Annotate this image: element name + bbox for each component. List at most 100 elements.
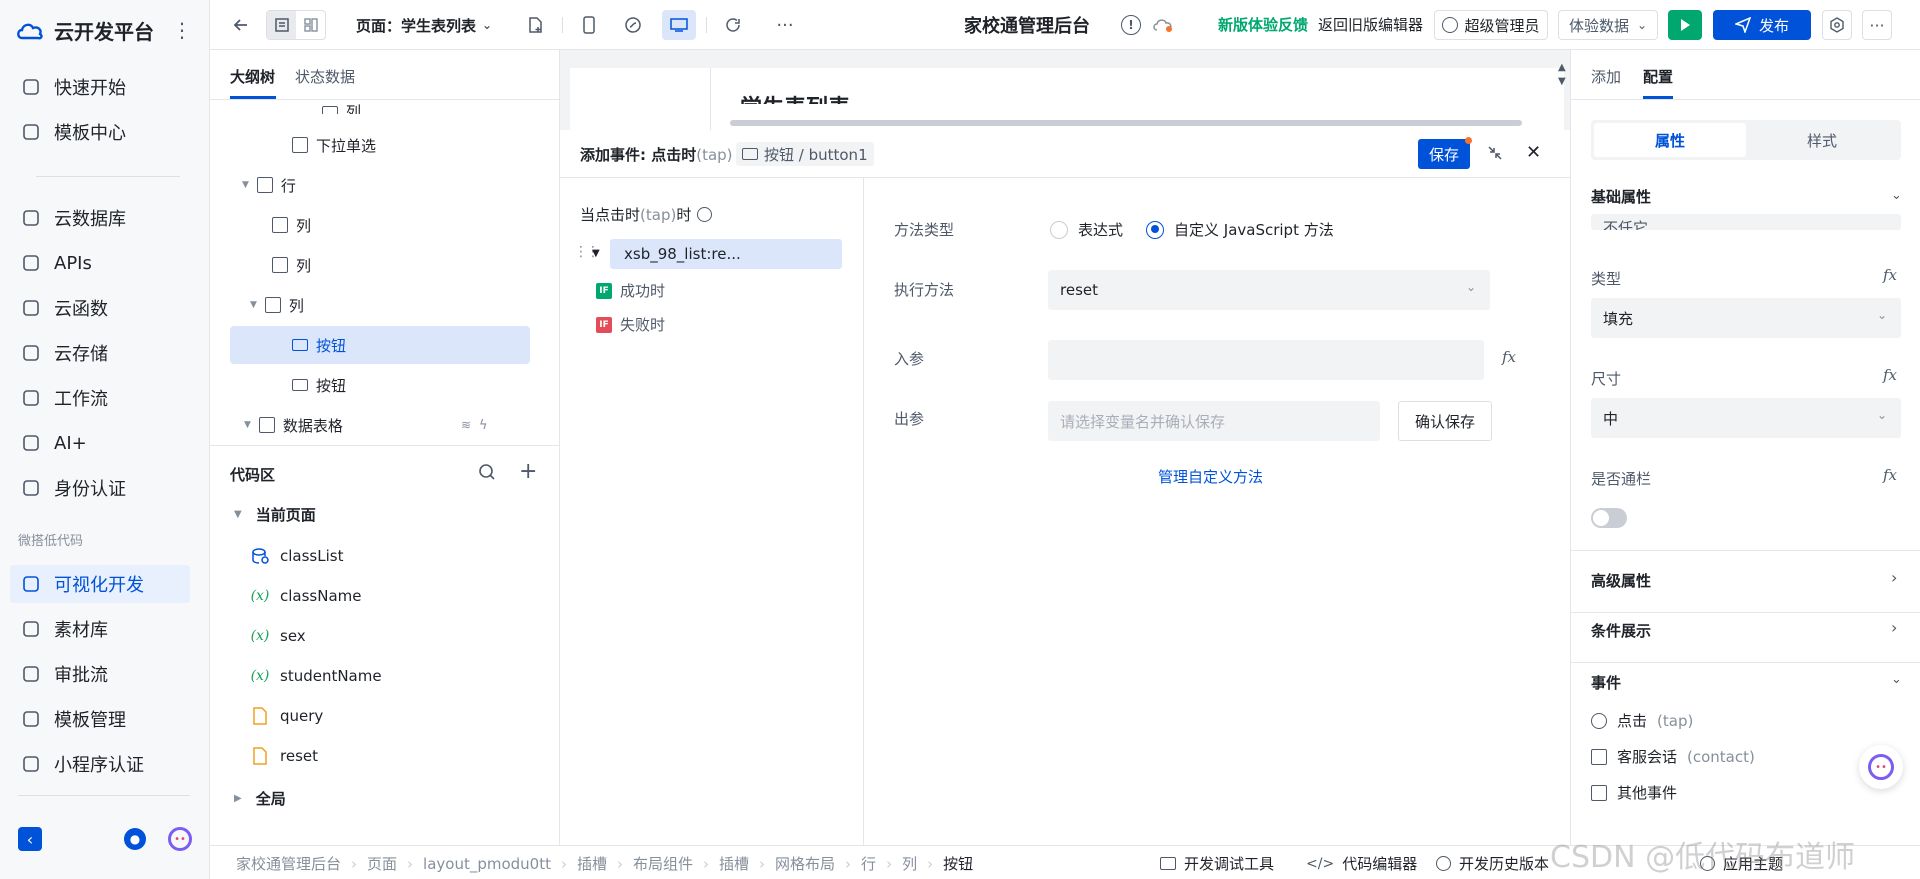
tree-node[interactable]: 按钮 bbox=[210, 366, 559, 404]
breadcrumb-item[interactable]: 按钮 bbox=[943, 853, 973, 874]
desktop-preview-icon[interactable] bbox=[662, 10, 696, 40]
settings-icon[interactable] bbox=[1822, 10, 1852, 40]
fx-icon[interactable]: fx bbox=[1883, 266, 1897, 284]
chevron-right-icon[interactable]: › bbox=[1891, 618, 1897, 637]
sidebar-item[interactable]: 云存储 bbox=[18, 334, 190, 372]
success-branch[interactable]: IF 成功时 bbox=[596, 280, 665, 301]
type-select[interactable]: 填充 ⌄ bbox=[1591, 298, 1901, 338]
gear-icon[interactable] bbox=[697, 207, 713, 222]
fx-icon[interactable]: fx bbox=[1883, 466, 1897, 484]
refresh-icon[interactable] bbox=[718, 10, 748, 40]
code-editor-button[interactable]: </> 代码编辑器 bbox=[1306, 853, 1417, 874]
breadcrumb-item[interactable]: 网格布局 bbox=[775, 853, 835, 874]
breadcrumb-item[interactable]: 行 bbox=[861, 853, 876, 874]
global-group[interactable]: ▶ 全局 bbox=[234, 788, 286, 809]
more-options-icon[interactable]: ··· bbox=[770, 10, 800, 40]
fx-icon[interactable]: fx bbox=[1883, 366, 1897, 384]
event-item[interactable]: 客服会话 (contact) bbox=[1591, 746, 1755, 767]
more-actions-icon[interactable]: ··· bbox=[1862, 10, 1892, 40]
manage-methods-link[interactable]: 管理自定义方法 bbox=[1158, 466, 1263, 487]
tree-node[interactable]: ▼ 数据表格 ≋ ϟ bbox=[210, 406, 559, 444]
scroll-up-icon[interactable]: ▲ bbox=[1558, 62, 1566, 73]
sidebar-item[interactable]: 身份认证 bbox=[18, 469, 190, 507]
tree-node[interactable]: 列 bbox=[210, 246, 559, 284]
advanced-props-title[interactable]: 高级属性 bbox=[1591, 570, 1651, 591]
sidebar-item[interactable]: APIs bbox=[18, 244, 190, 282]
user-menu[interactable]: 超级管理员 bbox=[1434, 10, 1548, 40]
breadcrumb-item[interactable]: 列 bbox=[902, 853, 917, 874]
sidebar-item[interactable]: 小程序认证 bbox=[18, 745, 190, 783]
back-to-old-editor-link[interactable]: 返回旧版编辑器 bbox=[1318, 14, 1423, 35]
breadcrumb-item[interactable]: 布局组件 bbox=[633, 853, 693, 874]
size-select[interactable]: 中 ⌄ bbox=[1591, 398, 1901, 438]
tree-node[interactable]: 列 bbox=[210, 206, 559, 244]
code-item[interactable]: reset bbox=[250, 738, 318, 774]
new-page-icon[interactable] bbox=[520, 10, 550, 40]
back-arrow-icon[interactable] bbox=[226, 10, 256, 40]
horizontal-scrollbar[interactable] bbox=[730, 120, 1522, 126]
input-params-field[interactable] bbox=[1048, 340, 1484, 380]
breadcrumb-item[interactable]: layout_pmodu0tt bbox=[423, 855, 551, 873]
chevron-right-icon[interactable]: › bbox=[1891, 568, 1897, 587]
page-view-icon[interactable] bbox=[267, 11, 296, 39]
sidebar-item[interactable]: 可视化开发 bbox=[10, 565, 190, 603]
code-item[interactable]: (x) studentName bbox=[250, 658, 382, 694]
tree-node[interactable]: 按钮 bbox=[230, 326, 530, 364]
tab-add[interactable]: 添加 bbox=[1591, 66, 1621, 87]
tree-node[interactable]: ▼ 列 bbox=[210, 286, 559, 324]
action-node[interactable]: xsb_98_list:re... bbox=[610, 239, 842, 269]
radio-custom-js[interactable]: 自定义 JavaScript 方法 bbox=[1146, 219, 1334, 240]
sidebar-item[interactable]: 云函数 bbox=[18, 289, 190, 327]
events-title[interactable]: 事件 bbox=[1591, 672, 1621, 693]
miniprogram-preview-icon[interactable] bbox=[618, 10, 648, 40]
history-button[interactable]: 开发历史版本 bbox=[1436, 853, 1549, 874]
output-params-field[interactable]: 请选择变量名并确认保存 bbox=[1048, 401, 1380, 441]
brand-logo[interactable]: 云开发平台 bbox=[16, 16, 154, 45]
scroll-down-icon[interactable]: ▼ bbox=[1558, 76, 1566, 87]
feedback-link[interactable]: 新版体验反馈 bbox=[1218, 14, 1308, 35]
cloud-sync-icon[interactable] bbox=[1152, 16, 1174, 34]
sidebar-item[interactable]: 云数据库 bbox=[18, 199, 190, 237]
data-mode-select[interactable]: 体验数据 ⌄ bbox=[1558, 10, 1658, 40]
event-item[interactable]: 其他事件 bbox=[1591, 782, 1687, 803]
assistant-icon[interactable]: •• bbox=[168, 827, 192, 851]
run-button[interactable] bbox=[1668, 10, 1702, 40]
mobile-preview-icon[interactable] bbox=[574, 10, 604, 40]
caret-down-icon[interactable]: ▼ bbox=[250, 300, 257, 310]
breadcrumb-item[interactable]: 家校通管理后台 bbox=[236, 853, 341, 874]
caret-down-icon[interactable]: ▼ bbox=[242, 180, 249, 190]
confirm-save-button[interactable]: 确认保存 bbox=[1398, 401, 1492, 441]
caret-down-icon[interactable]: ▼ bbox=[592, 248, 600, 259]
breadcrumb-item[interactable]: 页面 bbox=[367, 853, 397, 874]
code-item[interactable]: (x) className bbox=[250, 578, 362, 614]
basic-props-title[interactable]: 基础属性 bbox=[1591, 186, 1651, 207]
sidebar-item[interactable]: 模板中心 bbox=[18, 113, 190, 151]
sidebar-item[interactable]: 工作流 bbox=[18, 379, 190, 417]
radio-expression[interactable]: 表达式 bbox=[1050, 219, 1123, 240]
tree-node[interactable]: 下拉单选 bbox=[210, 126, 559, 164]
breadcrumb-item[interactable]: 插槽 bbox=[719, 853, 749, 874]
search-icon[interactable] bbox=[478, 463, 496, 481]
add-icon[interactable]: + bbox=[519, 459, 537, 484]
chevron-down-icon[interactable]: ⌄ bbox=[1891, 672, 1902, 687]
chevron-down-icon[interactable]: ⌄ bbox=[1891, 188, 1902, 203]
code-item[interactable]: classList bbox=[250, 538, 343, 574]
publish-button[interactable]: 发布 bbox=[1713, 10, 1811, 40]
layout-view-icon[interactable] bbox=[296, 11, 325, 39]
sidebar-item[interactable]: 快速开始 bbox=[18, 68, 190, 106]
caret-down-icon[interactable]: ▼ bbox=[244, 420, 251, 430]
sidebar-item[interactable]: 模板管理 bbox=[18, 700, 190, 738]
collapse-icon[interactable] bbox=[1486, 144, 1504, 162]
fail-branch[interactable]: IF 失败时 bbox=[596, 314, 665, 335]
tab-state-data[interactable]: 状态数据 bbox=[295, 66, 355, 87]
info-icon[interactable]: ! bbox=[1121, 15, 1141, 35]
partial-field[interactable]: 不任它 bbox=[1591, 214, 1901, 230]
close-icon[interactable]: ✕ bbox=[1526, 142, 1541, 163]
seg-properties[interactable]: 属性 bbox=[1594, 123, 1746, 157]
exec-method-select[interactable]: reset ⌄ bbox=[1048, 270, 1490, 310]
conditional-display-title[interactable]: 条件展示 bbox=[1591, 620, 1651, 641]
current-page-group[interactable]: ▼ 当前页面 bbox=[234, 504, 316, 525]
breadcrumb-item[interactable]: 插槽 bbox=[577, 853, 607, 874]
code-item[interactable]: (x) sex bbox=[250, 618, 306, 654]
sidebar-item[interactable]: 审批流 bbox=[18, 655, 190, 693]
